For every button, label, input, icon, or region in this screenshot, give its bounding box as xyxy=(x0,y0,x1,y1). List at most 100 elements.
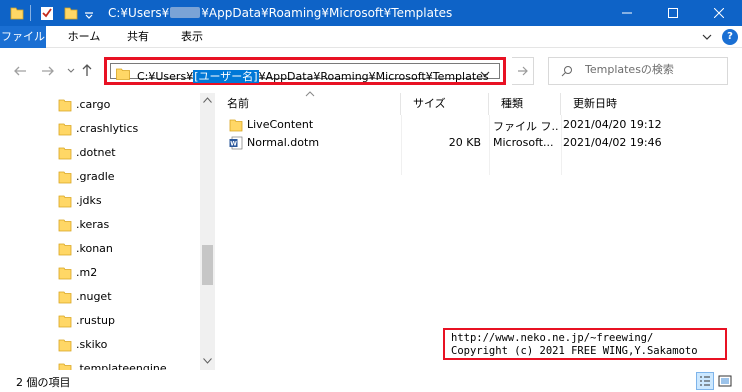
nav-item-keras[interactable]: .keras xyxy=(56,215,196,235)
file-name: Normal.dotm xyxy=(247,136,320,149)
help-button[interactable]: ? xyxy=(722,29,738,45)
nav-item-label: .dotnet xyxy=(76,146,116,159)
scrollbar-thumb[interactable] xyxy=(202,245,213,285)
nav-item-templateengine[interactable]: .templateengine xyxy=(56,359,196,370)
folder-icon xyxy=(58,219,72,232)
file-type: ファイル フ... xyxy=(493,120,559,133)
refresh-button[interactable] xyxy=(512,57,534,85)
folder-icon xyxy=(58,123,72,136)
search-icon xyxy=(561,66,572,77)
folder-icon xyxy=(58,195,72,208)
navigation-bar: C:¥Users¥[ユーザー名]¥AppData¥Roaming¥Microso… xyxy=(0,49,742,93)
column-header-size[interactable]: サイズ xyxy=(401,93,489,115)
column-header-label: 種類 xyxy=(501,97,523,110)
address-bar[interactable]: C:¥Users¥[ユーザー名]¥AppData¥Roaming¥Microso… xyxy=(110,63,500,83)
nav-item-label: .m2 xyxy=(76,266,98,279)
tab-home[interactable]: ホーム xyxy=(60,26,108,48)
nav-item-konan[interactable]: .konan xyxy=(56,239,196,259)
recent-locations-icon[interactable] xyxy=(66,65,76,75)
properties-icon[interactable] xyxy=(40,5,54,21)
table-row[interactable]: LiveContent ファイル フ... 2021/04/20 19:12 xyxy=(215,116,742,134)
column-header-label: サイズ xyxy=(413,97,446,110)
nav-item-jdks[interactable]: .jdks xyxy=(56,191,196,211)
address-suffix: ¥AppData¥Roaming¥Microsoft¥Templates xyxy=(258,70,489,83)
title-path-prefix: C:¥Users¥ xyxy=(108,6,170,20)
tab-share[interactable]: 共有 xyxy=(118,26,158,48)
navigation-pane: .cargo .crashlytics .dotnet .gradle .jdk… xyxy=(0,93,215,370)
folder-icon xyxy=(58,339,72,352)
folder-icon xyxy=(58,267,72,280)
nav-item-rustup[interactable]: .rustup xyxy=(56,311,196,331)
arrow-right-icon xyxy=(518,66,528,76)
scroll-up-icon[interactable] xyxy=(203,97,212,103)
redacted-username xyxy=(170,7,201,18)
address-prefix: C:¥Users¥ xyxy=(137,70,194,83)
window-title: C:¥Users¥ ¥AppData¥Roaming¥Microsoft¥Temp… xyxy=(108,6,452,20)
address-bar-highlight: C:¥Users¥[ユーザー名]¥AppData¥Roaming¥Microso… xyxy=(104,57,506,85)
file-size: 20 KB xyxy=(448,136,481,149)
up-arrow-icon[interactable] xyxy=(80,62,94,78)
details-view-icon xyxy=(700,376,710,386)
folder-icon xyxy=(58,363,72,370)
nav-item-dotnet[interactable]: .dotnet xyxy=(56,143,196,163)
folder-icon[interactable] xyxy=(10,5,24,21)
title-path-suffix: ¥AppData¥Roaming¥Microsoft¥Templates xyxy=(201,6,453,20)
file-date: 2021/04/20 19:12 xyxy=(563,118,662,131)
svg-text:W: W xyxy=(230,141,237,148)
folder-icon xyxy=(58,291,72,304)
nav-item-label: .crashlytics xyxy=(76,122,139,135)
nav-item-label: .konan xyxy=(76,242,113,255)
nav-pane-scrollbar[interactable] xyxy=(200,93,215,370)
nav-item-crashlytics[interactable]: .crashlytics xyxy=(56,119,196,139)
column-header-date[interactable]: 更新日時 xyxy=(561,93,673,115)
folder-icon xyxy=(58,147,72,160)
column-header-name[interactable]: 名前 xyxy=(215,91,401,115)
ribbon: ファイル ホーム 共有 表示 ? xyxy=(0,26,742,48)
search-box[interactable] xyxy=(548,57,728,85)
file-date: 2021/04/02 19:46 xyxy=(563,136,662,149)
forward-arrow-icon[interactable] xyxy=(40,63,56,79)
watermark-url: http://www.neko.ne.jp/~freewing/ xyxy=(451,332,654,344)
expand-ribbon-icon[interactable] xyxy=(700,30,714,44)
new-folder-icon[interactable] xyxy=(64,5,78,21)
back-arrow-icon[interactable] xyxy=(12,63,28,79)
nav-item-m2[interactable]: .m2 xyxy=(56,263,196,283)
file-name: LiveContent xyxy=(247,118,314,131)
nav-item-label: .cargo xyxy=(76,98,111,111)
column-header-label: 更新日時 xyxy=(573,97,617,110)
column-header-type[interactable]: 種類 xyxy=(489,93,561,115)
folder-icon xyxy=(58,243,72,256)
large-icons-view-button[interactable] xyxy=(716,372,734,390)
close-icon xyxy=(714,8,724,18)
nav-item-skiko[interactable]: .skiko xyxy=(56,335,196,355)
large-icons-view-icon xyxy=(718,375,732,387)
chevron-down-icon[interactable] xyxy=(84,5,94,21)
tab-view[interactable]: 表示 xyxy=(170,26,214,48)
nav-item-label: .keras xyxy=(76,218,110,231)
folder-icon xyxy=(58,315,72,328)
minimize-icon xyxy=(622,12,632,14)
address-path[interactable]: C:¥Users¥[ユーザー名]¥AppData¥Roaming¥Microso… xyxy=(137,68,489,84)
scroll-down-icon[interactable] xyxy=(203,358,212,364)
folder-icon xyxy=(116,68,130,80)
maximize-button[interactable] xyxy=(650,0,696,26)
status-bar: 2 個の項目 xyxy=(0,370,742,392)
nav-item-cargo[interactable]: .cargo xyxy=(56,95,196,115)
search-input[interactable] xyxy=(585,63,721,76)
column-header-label: 名前 xyxy=(227,97,249,110)
details-view-button[interactable] xyxy=(696,372,714,390)
minimize-button[interactable] xyxy=(604,0,650,26)
chevron-down-icon[interactable] xyxy=(479,68,491,80)
title-bar: C:¥Users¥ ¥AppData¥Roaming¥Microsoft¥Temp… xyxy=(0,0,742,26)
word-doc-icon: W xyxy=(229,136,243,150)
maximize-icon xyxy=(668,8,678,18)
table-row[interactable]: W Normal.dotm 20 KB Microsoft... 2021/04… xyxy=(215,134,742,152)
nav-item-gradle[interactable]: .gradle xyxy=(56,167,196,187)
nav-item-nuget[interactable]: .nuget xyxy=(56,287,196,307)
nav-item-label: .templateengine xyxy=(76,362,167,370)
nav-item-label: .rustup xyxy=(76,314,115,327)
tab-file[interactable]: ファイル xyxy=(0,26,46,48)
nav-item-label: .jdks xyxy=(76,194,102,207)
close-button[interactable] xyxy=(696,0,742,26)
address-selected-username: [ユーザー名] xyxy=(193,70,259,83)
